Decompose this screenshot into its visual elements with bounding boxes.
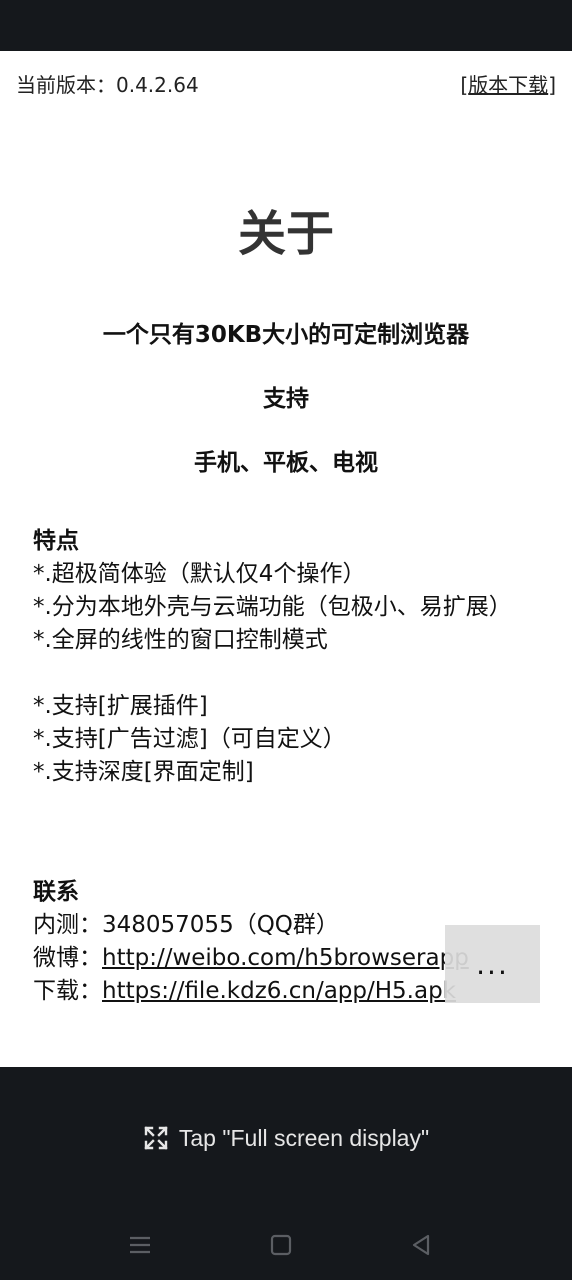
platforms-text: 手机、平板、电视 <box>194 450 378 476</box>
menu-icon[interactable] <box>125 1230 155 1260</box>
fullscreen-hint-text: Tap "Full screen display" <box>178 1124 430 1151</box>
home-square-icon[interactable] <box>266 1230 296 1260</box>
top-row: 当前版本：0.4.2.64 [版本下载] <box>16 69 556 97</box>
feature-item: *.支持[广告过滤]（可自定义） <box>33 726 346 752</box>
features-section: 特点 *.超极简体验（默认仅4个操作） *.分为本地外壳与云端功能（包极小、易扩… <box>33 525 542 789</box>
page-title: 关于 <box>237 206 334 262</box>
feature-item: *.全屏的线性的窗口控制模式 <box>33 627 328 653</box>
status-bar <box>0 0 572 51</box>
fullscreen-hint[interactable]: Tap "Full screen display" <box>0 1120 572 1156</box>
qq-value: 348057055（QQ群） <box>102 912 339 938</box>
weibo-link[interactable]: http://weibo.com/h5browserapp <box>102 945 469 971</box>
features-heading: 特点 <box>33 528 79 554</box>
feature-item: *.分为本地外壳与云端功能（包极小、易扩展） <box>33 594 512 620</box>
navigation-bar <box>0 1210 572 1280</box>
more-button[interactable]: ... <box>445 925 540 1003</box>
version-text: 当前版本：0.4.2.64 <box>16 73 199 97</box>
support-label: 支持 <box>263 386 309 412</box>
download-label: 下载： <box>33 978 102 1004</box>
tagline: 一个只有30KB大小的可定制浏览器 <box>102 322 470 348</box>
about-page: 当前版本：0.4.2.64 [版本下载] 关于 一个只有30KB大小的可定制浏览… <box>0 51 572 1067</box>
weibo-label: 微博： <box>33 945 102 971</box>
expand-arrows-icon <box>144 1126 168 1150</box>
apk-download-link[interactable]: https://file.kdz6.cn/app/H5.apk <box>102 978 456 1004</box>
feature-item: *.超极简体验（默认仅4个操作） <box>33 561 366 587</box>
version-download-link[interactable]: [版本下载] <box>460 69 556 98</box>
back-triangle-icon[interactable] <box>406 1230 436 1260</box>
contact-heading: 联系 <box>33 879 79 905</box>
qq-label: 内测： <box>33 912 102 938</box>
feature-item: *.支持[扩展插件] <box>33 693 208 719</box>
feature-item: *.支持深度[界面定制] <box>33 759 254 785</box>
version-download-label: 版本下载 <box>468 73 549 97</box>
